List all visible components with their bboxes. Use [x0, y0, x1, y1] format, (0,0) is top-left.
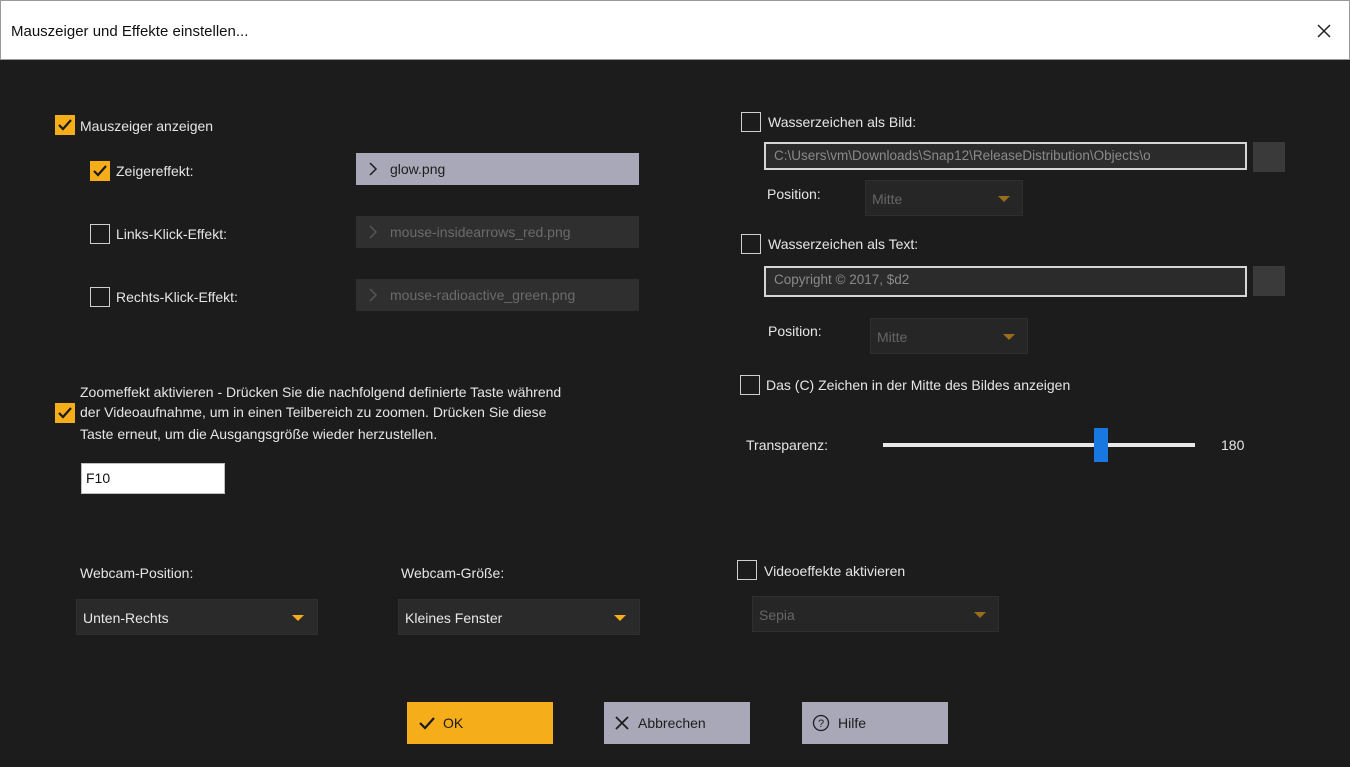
title-bar: Mauszeiger und Effekte einstellen... — [0, 0, 1350, 60]
show-cursor-label: Mauszeiger anzeigen — [80, 118, 214, 134]
chevron-right-icon — [368, 288, 378, 302]
copyright-center-checkbox[interactable] — [740, 375, 760, 395]
svg-text:?: ? — [818, 718, 824, 730]
right-click-file: mouse-radioactive_green.png — [390, 287, 576, 303]
zoom-key-input[interactable]: F10 — [81, 463, 225, 494]
copyright-center-label: Das (C) Zeichen in der Mitte des Bildes … — [766, 377, 1071, 393]
zoom-effect-checkbox[interactable] — [55, 403, 75, 423]
checkmark-icon — [58, 119, 72, 131]
zoom-description-line1: Zoomeffekt aktivieren - Drücken Sie die … — [80, 384, 562, 400]
chevron-down-icon — [974, 612, 986, 618]
close-button[interactable] — [1299, 1, 1349, 61]
transparency-slider-track[interactable] — [883, 443, 1195, 447]
right-click-checkbox[interactable] — [90, 287, 110, 307]
watermark-text-input[interactable]: Copyright © 2017, $d2 — [764, 266, 1247, 297]
watermark-image-checkbox[interactable] — [741, 112, 761, 132]
checkmark-icon — [93, 165, 107, 177]
webcam-size-label: Webcam-Größe: — [401, 565, 505, 581]
webcam-position-value: Unten-Rechts — [83, 610, 169, 626]
pointer-effect-checkbox[interactable] — [90, 161, 110, 181]
chevron-down-icon — [1003, 334, 1015, 340]
video-effects-checkbox[interactable] — [737, 560, 757, 580]
chevron-down-icon — [614, 615, 626, 621]
watermark-text-label: Wasserzeichen als Text: — [768, 236, 919, 252]
watermark-text-position-select[interactable]: Mitte — [870, 318, 1028, 354]
webcam-position-select[interactable]: Unten-Rechts — [76, 599, 318, 635]
chevron-down-icon — [998, 196, 1010, 202]
window-title: Mauszeiger und Effekte einstellen... — [11, 23, 249, 40]
video-effects-value: Sepia — [759, 607, 795, 623]
pointer-effect-file: glow.png — [390, 161, 446, 177]
video-effects-label: Videoeffekte aktivieren — [764, 563, 906, 579]
cancel-button-label: Abbrechen — [638, 715, 706, 731]
watermark-text-checkbox[interactable] — [741, 234, 761, 254]
watermark-image-browse-button[interactable] — [1253, 142, 1285, 172]
pointer-effect-file-button[interactable]: glow.png — [356, 153, 639, 185]
transparency-slider-thumb[interactable] — [1094, 428, 1109, 462]
watermark-image-label: Wasserzeichen als Bild: — [768, 114, 917, 130]
webcam-size-value: Kleines Fenster — [405, 610, 503, 626]
pointer-effect-label: Zeigereffekt: — [116, 163, 194, 179]
checkmark-icon — [419, 716, 435, 730]
watermark-image-path-input[interactable]: C:\Users\vm\Downloads\Snap12\ReleaseDist… — [764, 142, 1247, 170]
left-click-checkbox[interactable] — [90, 224, 110, 244]
close-icon — [1317, 24, 1331, 38]
right-click-file-button[interactable]: mouse-radioactive_green.png — [356, 279, 639, 311]
transparency-label: Transparenz: — [746, 437, 828, 453]
help-button-label: Hilfe — [838, 715, 867, 731]
zoom-description-line2: der Videoaufnahme, um in einen Teilberei… — [80, 404, 547, 420]
help-button[interactable]: ? Hilfe — [802, 702, 948, 744]
x-icon — [614, 715, 630, 731]
ok-button-label: OK — [443, 715, 464, 731]
webcam-position-label: Webcam-Position: — [80, 565, 194, 581]
show-cursor-checkbox[interactable] — [55, 115, 75, 135]
help-circle-icon: ? — [812, 714, 830, 732]
watermark-image-position-label: Position: — [767, 186, 821, 202]
ok-button[interactable]: OK — [407, 702, 553, 744]
cancel-button[interactable]: Abbrechen — [604, 702, 750, 744]
left-click-file: mouse-insidearrows_red.png — [390, 224, 571, 240]
zoom-description-line3: Taste erneut, um die Ausgangsgröße wiede… — [80, 426, 438, 442]
watermark-image-position-select[interactable]: Mitte — [865, 180, 1023, 216]
right-click-label: Rechts-Klick-Effekt: — [116, 289, 238, 305]
watermark-text-font-button[interactable] — [1253, 266, 1285, 296]
checkmark-icon — [58, 407, 72, 419]
chevron-right-icon — [368, 162, 378, 176]
left-click-file-button[interactable]: mouse-insidearrows_red.png — [356, 216, 639, 248]
dialog-body: Mauszeiger anzeigen Zeigereffekt: glow.p… — [0, 60, 1350, 767]
chevron-right-icon — [368, 225, 378, 239]
watermark-text-position-label: Position: — [768, 323, 822, 339]
chevron-down-icon — [292, 615, 304, 621]
left-click-label: Links-Klick-Effekt: — [116, 226, 227, 242]
transparency-value: 180 — [1221, 437, 1245, 453]
video-effects-select[interactable]: Sepia — [752, 596, 999, 632]
watermark-text-position-value: Mitte — [877, 329, 908, 345]
watermark-image-position-value: Mitte — [872, 191, 903, 207]
webcam-size-select[interactable]: Kleines Fenster — [398, 599, 640, 635]
